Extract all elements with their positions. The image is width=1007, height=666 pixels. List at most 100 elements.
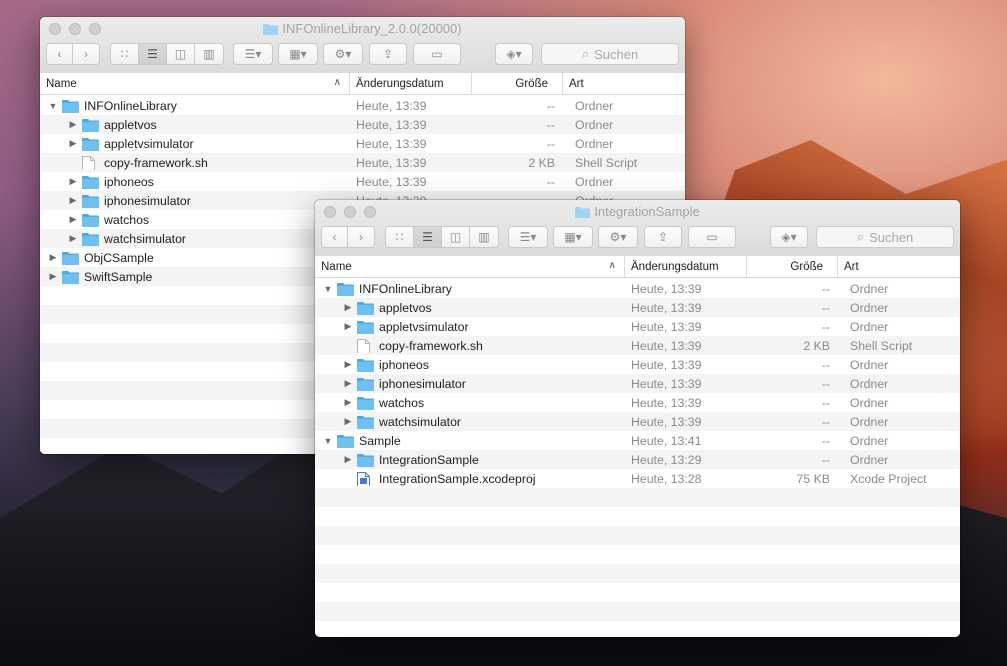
cover-flow-icon[interactable]: ▥ bbox=[195, 44, 223, 64]
column-date[interactable]: Änderungsdatum bbox=[350, 72, 472, 95]
forward-button[interactable]: › bbox=[73, 44, 99, 64]
file-list[interactable]: ▼ INFOnlineLibrary Heute, 13:39 -- Ordner ▶ ap… bbox=[315, 279, 960, 637]
file-size: -- bbox=[821, 452, 830, 467]
column-name[interactable]: Name ∧ bbox=[315, 255, 625, 278]
table-row[interactable]: ▶ iphoneos Heute, 13:39 -- Ordner bbox=[315, 355, 960, 374]
title-bar[interactable]: INFOnlineLibrary_2.0.0(20000) ‹ › ∷ ☰ ◫ … bbox=[40, 17, 685, 95]
column-view-icon[interactable]: ◫ bbox=[167, 44, 195, 64]
disclosure-closed-icon[interactable]: ▶ bbox=[47, 271, 59, 282]
tag-icon[interactable]: ▭ bbox=[688, 226, 736, 248]
disclosure-closed-icon[interactable]: ▶ bbox=[67, 233, 79, 244]
column-name[interactable]: Name ∧ bbox=[40, 72, 350, 95]
list-view-icon[interactable]: ☰ bbox=[139, 44, 167, 64]
search-field[interactable]: ⌕ Suchen bbox=[816, 226, 954, 248]
disclosure-closed-icon[interactable]: ▶ bbox=[342, 302, 354, 313]
file-name: appletvsimulator bbox=[104, 136, 194, 151]
disclosure-closed-icon[interactable]: ▶ bbox=[342, 397, 354, 408]
table-row[interactable]: ▶ iphonesimulator Heute, 13:39 -- Ordner bbox=[315, 374, 960, 393]
table-row[interactable]: ▶ watchsimulator Heute, 13:39 -- Ordner bbox=[315, 412, 960, 431]
arrange-button[interactable]: ☰▾ bbox=[233, 43, 273, 65]
search-field[interactable]: ⌕ Suchen bbox=[541, 43, 679, 65]
back-button[interactable]: ‹ bbox=[47, 44, 73, 64]
modified-date: Heute, 13:41 bbox=[631, 433, 702, 448]
nav-buttons: ‹ › bbox=[321, 226, 375, 248]
folder-icon bbox=[337, 282, 355, 296]
icon-view-icon[interactable]: ∷ bbox=[386, 227, 414, 247]
dropbox-icon[interactable]: ◈▾ bbox=[495, 43, 533, 65]
column-date[interactable]: Änderungsdatum bbox=[625, 255, 747, 278]
column-kind[interactable]: Art bbox=[838, 256, 960, 278]
icon-view-icon[interactable]: ∷ bbox=[111, 44, 139, 64]
disclosure-closed-icon[interactable]: ▶ bbox=[47, 252, 59, 263]
share-icon[interactable]: ⇪ bbox=[644, 226, 682, 248]
disclosure-open-icon[interactable]: ▼ bbox=[47, 101, 59, 111]
row-name-cell: ▶ appletvsimulator bbox=[315, 320, 631, 334]
column-kind-label: Art bbox=[569, 77, 584, 90]
table-row[interactable]: ▶ watchos Heute, 13:39 -- Ordner bbox=[315, 393, 960, 412]
list-view-icon[interactable]: ☰ bbox=[414, 227, 442, 247]
action-gear-icon[interactable]: ⚙▾ bbox=[323, 43, 363, 65]
file-name: iphonesimulator bbox=[104, 193, 191, 208]
arrange-button[interactable]: ☰▾ bbox=[508, 226, 548, 248]
finder-window-front[interactable]: IntegrationSample ‹ › ∷ ☰ ◫ ▥ ☰▾ ▦▾ ⚙▾ ⇪… bbox=[315, 200, 960, 637]
table-row[interactable]: ▶ IntegrationSample Heute, 13:29 -- Ordner bbox=[315, 450, 960, 469]
file-name: watchos bbox=[379, 395, 425, 410]
column-size[interactable]: Größe bbox=[472, 72, 563, 95]
disclosure-closed-icon[interactable]: ▶ bbox=[67, 214, 79, 225]
file-name: ObjCSample bbox=[84, 250, 154, 265]
disclosure-closed-icon[interactable]: ▶ bbox=[342, 416, 354, 427]
disclosure-open-icon[interactable]: ▼ bbox=[322, 436, 334, 446]
table-row[interactable]: IntegrationSample.xcodeproj Heute, 13:28 7… bbox=[315, 469, 960, 488]
search-icon: ⌕ bbox=[581, 46, 590, 61]
table-row[interactable]: ▼ INFOnlineLibrary Heute, 13:39 -- Ordner bbox=[40, 96, 685, 115]
disclosure-closed-icon[interactable]: ▶ bbox=[342, 359, 354, 370]
table-row[interactable]: copy-framework.sh Heute, 13:39 2 KB Shell S… bbox=[315, 336, 960, 355]
file-name: appletvos bbox=[104, 117, 157, 132]
file-kind: Ordner bbox=[850, 357, 889, 372]
row-name-cell: ▶ SwiftSample bbox=[40, 270, 356, 284]
xcodeproj-icon bbox=[357, 471, 375, 486]
column-kind[interactable]: Art bbox=[563, 73, 685, 95]
row-name-cell: ▶ appletvsimulator bbox=[40, 137, 356, 151]
action-gear-icon[interactable]: ⚙▾ bbox=[598, 226, 638, 248]
table-row[interactable]: ▶ appletvos Heute, 13:39 -- Ordner bbox=[40, 115, 685, 134]
column-size[interactable]: Größe bbox=[747, 255, 838, 278]
disclosure-closed-icon[interactable]: ▶ bbox=[67, 176, 79, 187]
cover-flow-icon[interactable]: ▥ bbox=[470, 227, 498, 247]
column-view-icon[interactable]: ◫ bbox=[442, 227, 470, 247]
table-row[interactable]: ▼ Sample Heute, 13:41 -- Ordner bbox=[315, 431, 960, 450]
file-name: iphoneos bbox=[379, 357, 429, 372]
tag-icon[interactable]: ▭ bbox=[413, 43, 461, 65]
file-size: -- bbox=[821, 376, 830, 391]
disclosure-closed-icon[interactable]: ▶ bbox=[67, 119, 79, 130]
table-row[interactable]: ▼ INFOnlineLibrary Heute, 13:39 -- Ordner bbox=[315, 279, 960, 298]
table-row[interactable]: ▶ appletvsimulator Heute, 13:39 -- Ordner bbox=[315, 317, 960, 336]
folder-icon bbox=[357, 453, 375, 467]
share-icon[interactable]: ⇪ bbox=[369, 43, 407, 65]
file-kind: Ordner bbox=[575, 98, 614, 113]
title-bar[interactable]: IntegrationSample ‹ › ∷ ☰ ◫ ▥ ☰▾ ▦▾ ⚙▾ ⇪… bbox=[315, 200, 960, 278]
group-button[interactable]: ▦▾ bbox=[278, 43, 318, 65]
disclosure-closed-icon[interactable]: ▶ bbox=[67, 195, 79, 206]
forward-button[interactable]: › bbox=[348, 227, 374, 247]
disclosure-closed-icon[interactable]: ▶ bbox=[67, 138, 79, 149]
modified-date: Heute, 13:28 bbox=[631, 471, 702, 486]
file-kind: Shell Script bbox=[575, 155, 638, 170]
disclosure-closed-icon[interactable]: ▶ bbox=[342, 321, 354, 332]
disclosure-closed-icon[interactable]: ▶ bbox=[342, 378, 354, 389]
folder-icon bbox=[337, 434, 355, 448]
disclosure-open-icon[interactable]: ▼ bbox=[322, 284, 334, 294]
modified-date: Heute, 13:39 bbox=[356, 155, 427, 170]
table-row[interactable]: ▶ iphoneos Heute, 13:39 -- Ordner bbox=[40, 172, 685, 191]
file-kind: Ordner bbox=[850, 433, 889, 448]
table-row[interactable]: copy-framework.sh Heute, 13:39 2 KB Shell S… bbox=[40, 153, 685, 172]
table-row[interactable]: ▶ appletvos Heute, 13:39 -- Ordner bbox=[315, 298, 960, 317]
dropbox-icon[interactable]: ◈▾ bbox=[770, 226, 808, 248]
disclosure-closed-icon[interactable]: ▶ bbox=[342, 454, 354, 465]
back-button[interactable]: ‹ bbox=[322, 227, 348, 247]
group-button[interactable]: ▦▾ bbox=[553, 226, 593, 248]
modified-date: Heute, 13:39 bbox=[631, 319, 702, 334]
modified-date: Heute, 13:39 bbox=[631, 300, 702, 315]
table-row[interactable]: ▶ appletvsimulator Heute, 13:39 -- Ordner bbox=[40, 134, 685, 153]
folder-icon bbox=[62, 270, 80, 284]
